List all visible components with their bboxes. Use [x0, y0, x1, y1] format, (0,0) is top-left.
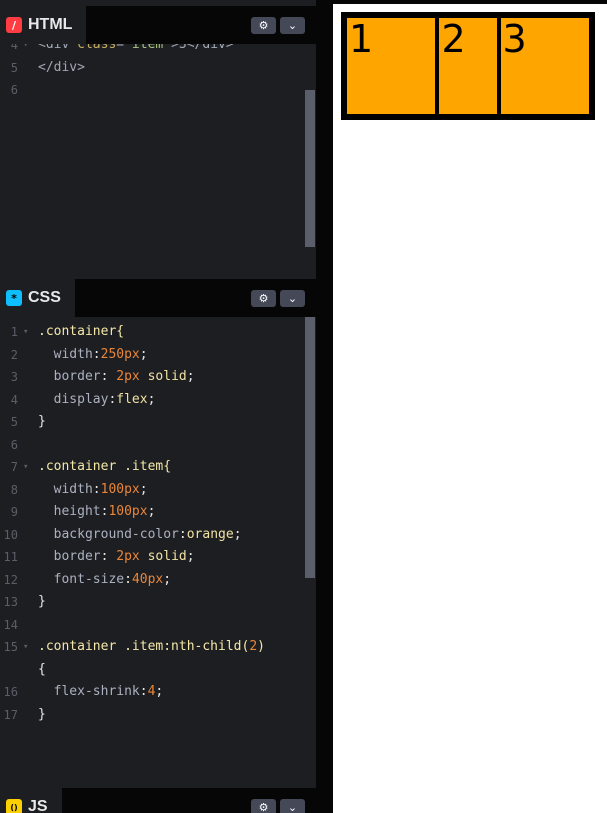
code-line: 12 font-size:40px;	[0, 569, 300, 591]
html-settings-button[interactable]: ⚙	[251, 17, 276, 34]
code-line: {	[0, 659, 300, 681]
line-number: 5	[10, 415, 18, 429]
code-text: }	[38, 594, 46, 609]
css-scrollbar[interactable]	[305, 317, 315, 578]
code-text: </div>	[38, 59, 85, 75]
code-line: 15 ▾ .container .item:nth-child(2)	[0, 636, 300, 658]
chevron-down-icon: ⌄	[287, 19, 298, 32]
js-icon: ()	[6, 799, 22, 813]
code-text: .container{	[38, 324, 125, 339]
code-text: .container .item:nth-child(2)	[38, 639, 265, 654]
code-text: display:flex;	[53, 391, 156, 407]
chevron-down-icon: ⌄	[287, 292, 298, 305]
line-number: 5	[10, 60, 18, 75]
code-text: border: 2px solid;	[53, 549, 195, 564]
css-collapse-button[interactable]: ⌄	[280, 290, 305, 307]
js-settings-button[interactable]: ⚙	[251, 799, 276, 813]
fold-arrow-icon[interactable]: ▾	[23, 321, 28, 343]
code-text: }	[38, 706, 46, 722]
line-number: 13	[3, 595, 18, 609]
fold-arrow-icon[interactable]: ▾	[23, 44, 28, 56]
code-text: width:250px;	[53, 346, 148, 362]
code-text: }	[38, 414, 46, 429]
fold-arrow-icon[interactable]: ▾	[23, 636, 28, 658]
code-text: height:100px;	[53, 504, 156, 519]
code-line: 8 width:100px;	[0, 479, 300, 501]
html-icon: /	[6, 17, 22, 33]
code-line: 5}	[0, 411, 300, 433]
js-tab-label: JS	[28, 798, 48, 813]
code-line: 6	[0, 434, 300, 456]
js-collapse-button[interactable]: ⌄	[280, 799, 305, 813]
html-code-area[interactable]: 4 ▾ <div class="item">3</div> 5 </div> 6	[0, 44, 316, 277]
flex-container: 1 2 3	[341, 12, 595, 120]
css-tab[interactable]: * CSS	[0, 279, 75, 317]
gear-icon: ⚙	[258, 801, 269, 813]
js-tab[interactable]: () JS	[0, 788, 62, 813]
line-number: 4	[10, 44, 18, 52]
code-line: 7 ▾ .container .item{	[0, 456, 300, 478]
line-number: 8	[10, 482, 18, 497]
flex-item-1: 1	[345, 16, 438, 116]
code-text: border: 2px solid;	[53, 369, 195, 384]
line-number: 12	[3, 572, 18, 587]
panel-resizer[interactable]	[316, 0, 333, 813]
line-number: 17	[3, 707, 18, 722]
line-number: 6	[10, 83, 18, 97]
line-number: 16	[3, 685, 18, 699]
line-number: 2	[10, 347, 18, 362]
line-number: 11	[3, 550, 18, 564]
code-line: 14	[0, 614, 300, 636]
code-line: 6	[0, 79, 300, 101]
code-text: width:100px;	[53, 481, 148, 497]
code-text: .container .item{	[38, 459, 172, 474]
line-number: 4	[10, 392, 18, 407]
code-line: 13}	[0, 591, 300, 613]
html-tab[interactable]: / HTML	[0, 6, 87, 44]
line-number: 15	[3, 640, 18, 654]
code-line: 17}	[0, 704, 300, 726]
html-panel-header: / HTML ⚙ ⌄	[0, 6, 316, 44]
gear-icon: ⚙	[258, 292, 269, 305]
line-number: 7	[10, 460, 18, 474]
code-line: 11 border: 2px solid;	[0, 546, 300, 568]
code-text: font-size:40px;	[53, 571, 172, 587]
result-preview: 1 2 3	[333, 4, 607, 813]
code-text: background-color:orange;	[53, 526, 242, 542]
code-line: 5 </div>	[0, 57, 300, 79]
line-number: 1	[10, 325, 18, 339]
line-number: 3	[10, 370, 18, 384]
code-text: {	[38, 661, 46, 677]
code-line: 2 width:250px;	[0, 344, 300, 366]
code-line: 10 background-color:orange;	[0, 524, 300, 546]
gear-icon: ⚙	[258, 19, 269, 32]
css-code-area[interactable]: 1 ▾ .container{2 width:250px; 3 border: 2px…	[0, 317, 316, 787]
html-collapse-button[interactable]: ⌄	[280, 17, 305, 34]
line-number: 6	[10, 437, 18, 452]
code-editors: / HTML ⚙ ⌄ 4 ▾ <div class="item">3</div> 5 <…	[0, 0, 316, 813]
code-line: 3 border: 2px solid;	[0, 366, 300, 388]
css-icon: *	[6, 290, 22, 306]
css-panel-header: * CSS ⚙ ⌄	[0, 279, 316, 317]
css-settings-button[interactable]: ⚙	[251, 290, 276, 307]
fold-arrow-icon[interactable]: ▾	[23, 456, 28, 478]
code-line: 4 display:flex;	[0, 389, 300, 411]
html-tab-label: HTML	[28, 16, 73, 33]
css-tab-label: CSS	[28, 289, 61, 306]
line-number: 9	[10, 505, 18, 519]
code-line: 4 ▾ <div class="item">3</div>	[0, 44, 300, 56]
code-line: 16 flex-shrink:4;	[0, 681, 300, 703]
html-scrollbar[interactable]	[305, 90, 315, 247]
code-text: flex-shrink:4;	[53, 684, 164, 699]
js-panel-header: () JS ⚙ ⌄	[0, 788, 316, 813]
flex-item-2: 2	[437, 16, 499, 116]
chevron-down-icon: ⌄	[287, 801, 298, 813]
code-text: <div class="item">3</div>	[38, 44, 234, 52]
line-number: 14	[3, 617, 18, 632]
code-line: 1 ▾ .container{	[0, 321, 300, 343]
code-line: 9 height:100px;	[0, 501, 300, 523]
line-number: 10	[3, 527, 18, 542]
flex-item-3: 3	[498, 16, 591, 116]
